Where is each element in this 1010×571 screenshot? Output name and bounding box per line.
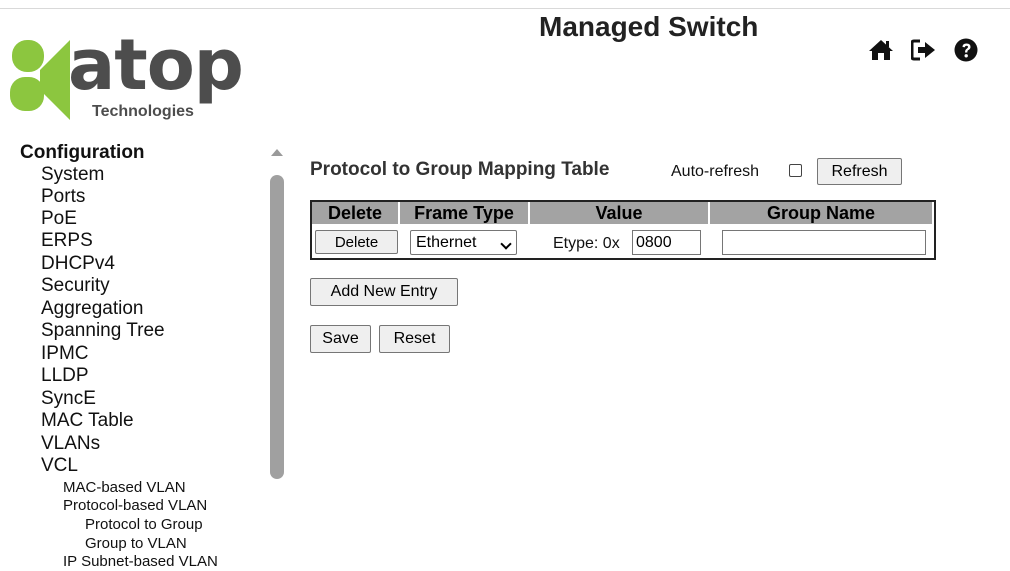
page-title: Protocol to Group Mapping Table bbox=[310, 159, 610, 180]
nav-item-dhcpv4[interactable]: DHCPv4 bbox=[41, 253, 115, 275]
app-title: Managed Switch bbox=[539, 11, 759, 42]
frame-type-select[interactable]: Ethernet bbox=[410, 230, 517, 255]
nav-item-security[interactable]: Security bbox=[41, 275, 110, 297]
sidebar-scrollbar[interactable] bbox=[270, 175, 284, 479]
table-row: Delete Ethernet Etype: 0x bbox=[312, 224, 934, 258]
nav-item-mac-table[interactable]: MAC Table bbox=[41, 410, 134, 432]
delete-entry-button[interactable]: Delete bbox=[315, 230, 398, 254]
nav-item-vcl[interactable]: VCL bbox=[41, 455, 78, 477]
mapping-table: Delete Frame Type Value Group Name Delet… bbox=[310, 200, 936, 260]
nav-heading[interactable]: Configuration bbox=[20, 142, 145, 164]
help-icon[interactable] bbox=[954, 38, 980, 62]
scroll-up-arrow-icon[interactable] bbox=[271, 149, 283, 156]
nav-item-protocol-based-vlan[interactable]: Protocol-based VLAN bbox=[63, 497, 207, 515]
save-button[interactable]: Save bbox=[310, 325, 371, 353]
auto-refresh-label: Auto-refresh bbox=[671, 163, 760, 180]
nav-item-synce[interactable]: SyncE bbox=[41, 388, 96, 410]
column-header-delete: Delete bbox=[312, 202, 400, 224]
nav-item-aggregation[interactable]: Aggregation bbox=[41, 298, 143, 320]
nav-item-group-to-vlan[interactable]: Group to VLAN bbox=[85, 535, 187, 553]
refresh-button[interactable]: Refresh bbox=[817, 158, 902, 185]
etype-prefix-label: Etype: 0x bbox=[553, 235, 620, 252]
logo-text: atop bbox=[68, 24, 244, 106]
logo: atop Technologies bbox=[10, 30, 270, 122]
nav-item-system[interactable]: System bbox=[41, 164, 104, 186]
nav-item-vlans[interactable]: VLANs bbox=[41, 433, 100, 455]
column-header-group-name: Group Name bbox=[710, 202, 934, 224]
reset-button[interactable]: Reset bbox=[379, 325, 450, 353]
column-header-frame-type: Frame Type bbox=[400, 202, 530, 224]
top-divider bbox=[0, 8, 1010, 9]
add-new-entry-button[interactable]: Add New Entry bbox=[310, 278, 458, 306]
chevron-down-icon bbox=[500, 238, 512, 250]
nav-item-erps[interactable]: ERPS bbox=[41, 230, 93, 252]
group-name-input[interactable] bbox=[722, 230, 926, 255]
home-icon[interactable] bbox=[868, 38, 894, 62]
nav-item-spanning-tree[interactable]: Spanning Tree bbox=[41, 320, 165, 342]
logo-mark-icon bbox=[10, 40, 70, 120]
frame-type-value: Ethernet bbox=[416, 233, 477, 251]
sidebar-nav: Configuration System Ports PoE ERPS DHCP… bbox=[20, 140, 270, 571]
etype-value-input[interactable] bbox=[632, 230, 701, 255]
nav-item-ports[interactable]: Ports bbox=[41, 186, 85, 208]
auto-refresh-checkbox[interactable] bbox=[789, 164, 802, 177]
logout-icon[interactable] bbox=[911, 38, 937, 62]
logo-subtext: Technologies bbox=[92, 103, 194, 120]
nav-item-ip-subnet-based-vlan[interactable]: IP Subnet-based VLAN bbox=[63, 553, 218, 571]
nav-item-poe[interactable]: PoE bbox=[41, 208, 77, 230]
nav-item-protocol-to-group[interactable]: Protocol to Group bbox=[85, 516, 203, 534]
nav-item-ipmc[interactable]: IPMC bbox=[41, 343, 89, 365]
column-header-value: Value bbox=[530, 202, 710, 224]
nav-item-lldp[interactable]: LLDP bbox=[41, 365, 89, 387]
nav-item-mac-based-vlan[interactable]: MAC-based VLAN bbox=[63, 479, 186, 497]
